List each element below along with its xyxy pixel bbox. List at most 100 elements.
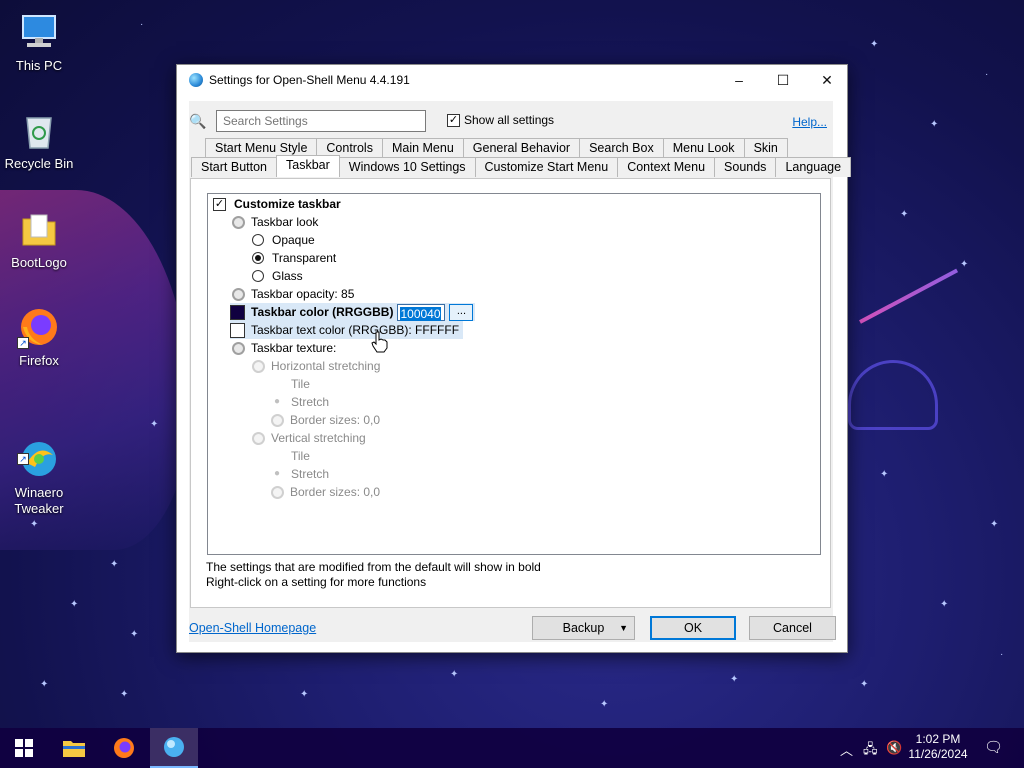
- network-icon[interactable]: 🖧: [863, 740, 878, 762]
- show-hidden-icons-chevron-icon[interactable]: ︿: [840, 740, 853, 759]
- taskbar-texture-label: Taskbar texture:: [251, 341, 337, 355]
- tab-start-button[interactable]: Start Button: [191, 157, 278, 177]
- h-stretch-option[interactable]: ● Stretch: [271, 393, 329, 411]
- computer-icon: [17, 10, 61, 54]
- v-tile-option[interactable]: Tile: [271, 447, 310, 465]
- gear-icon: [232, 215, 245, 229]
- firefox-icon: ↗: [17, 305, 61, 349]
- start-button[interactable]: [0, 728, 48, 768]
- desktop-icon-label: BootLogo: [11, 255, 67, 270]
- volume-muted-icon[interactable]: 🔇: [886, 740, 902, 756]
- hint-right-click: Right-click on a setting for more functi…: [206, 575, 427, 589]
- tab-context-menu[interactable]: Context Menu: [617, 157, 716, 177]
- clock[interactable]: 1:02 PM 11/26/2024: [906, 732, 970, 762]
- tab-main-menu[interactable]: Main Menu: [381, 138, 464, 158]
- taskbar-tab-panel: ✓ Customize taskbar Taskbar look Opaque …: [190, 178, 831, 608]
- tab-menu-look[interactable]: Menu Look: [662, 138, 745, 158]
- hand-cursor-icon: [371, 331, 388, 353]
- tab-general-behavior[interactable]: General Behavior: [462, 138, 581, 158]
- search-input[interactable]: [216, 110, 426, 132]
- show-all-settings-checkbox[interactable]: ✓ Show all settings: [447, 113, 554, 127]
- backup-label: Backup: [562, 621, 605, 635]
- tab-skin[interactable]: Skin: [743, 138, 788, 158]
- radio-glass[interactable]: [252, 270, 264, 282]
- desktop-icon-this-pc[interactable]: This PC: [0, 10, 78, 74]
- open-shell-homepage-link[interactable]: Open-Shell Homepage: [189, 621, 316, 635]
- gear-icon: [252, 431, 265, 445]
- dropdown-arrow-icon: ▼: [619, 623, 628, 633]
- taskbar-color-row[interactable]: Taskbar color (RRGGBB) 100040 ...: [230, 303, 476, 321]
- transparent-label: Transparent: [272, 251, 337, 265]
- settings-tree[interactable]: ✓ Customize taskbar Taskbar look Opaque …: [207, 193, 821, 555]
- backup-button[interactable]: Backup ▼: [532, 616, 635, 640]
- wallpaper-streak: [859, 268, 959, 324]
- taskbar-text-color-row[interactable]: Taskbar text color (RRGGBB): FFFFFF: [230, 321, 464, 339]
- h-border-sizes-label: Border sizes: 0,0: [290, 413, 381, 427]
- horizontal-stretching-row[interactable]: Horizontal stretching: [252, 357, 380, 375]
- transparent-option[interactable]: Transparent: [252, 249, 336, 267]
- radio-h-tile[interactable]: [271, 378, 283, 390]
- opaque-option[interactable]: Opaque: [252, 231, 315, 249]
- gear-icon: [232, 287, 245, 301]
- taskbar-texture-row[interactable]: Taskbar texture:: [232, 339, 336, 357]
- taskbar-color-swatch: [230, 304, 245, 320]
- tab-customize-start-menu[interactable]: Customize Start Menu: [474, 157, 619, 177]
- h-tile-option[interactable]: Tile: [271, 375, 310, 393]
- ok-button[interactable]: OK: [650, 616, 736, 640]
- tab-taskbar[interactable]: Taskbar: [276, 155, 340, 177]
- gear-icon: [232, 341, 245, 355]
- radio-v-tile[interactable]: [271, 450, 283, 462]
- radio-h-stretch[interactable]: ●: [271, 396, 283, 408]
- h-border-sizes-row[interactable]: Border sizes: 0,0: [271, 411, 380, 429]
- taskbar-color-input[interactable]: 100040: [397, 303, 446, 321]
- cancel-button[interactable]: Cancel: [749, 616, 836, 640]
- radio-v-stretch[interactable]: ●: [271, 468, 283, 480]
- gear-icon: [271, 485, 284, 499]
- winaero-tweaker-icon: ↗: [17, 421, 61, 476]
- minimize-button[interactable]: –: [717, 65, 761, 95]
- notifications-icon[interactable]: 🗨: [984, 738, 1003, 756]
- customize-taskbar-row[interactable]: ✓ Customize taskbar: [213, 195, 341, 213]
- horizontal-stretching-label: Horizontal stretching: [271, 359, 381, 373]
- desktop-icon-winaero-tweaker[interactable]: ↗ Winaero Tweaker: [0, 405, 78, 517]
- radio-opaque[interactable]: [252, 234, 264, 246]
- color-picker-button[interactable]: ...: [449, 303, 474, 321]
- tab-windows-10-settings[interactable]: Windows 10 Settings: [338, 157, 476, 177]
- checkbox-box[interactable]: ✓: [447, 113, 460, 127]
- desktop-icon-bootlogo[interactable]: BootLogo: [0, 207, 78, 271]
- gear-icon: [252, 359, 265, 373]
- desktop-icon-label: Recycle Bin: [4, 156, 74, 171]
- taskbar-file-explorer[interactable]: [50, 728, 98, 768]
- help-link[interactable]: Help...: [792, 115, 827, 129]
- tab-language[interactable]: Language: [775, 157, 852, 177]
- vertical-stretching-row[interactable]: Vertical stretching: [252, 429, 366, 447]
- customize-taskbar-checkbox[interactable]: ✓: [213, 197, 226, 211]
- shortcut-arrow-icon: ↗: [17, 453, 29, 465]
- desktop-icon-firefox[interactable]: ↗ Firefox: [0, 305, 78, 369]
- taskbar-opacity-label: Taskbar opacity: 85: [251, 287, 355, 301]
- desktop-icon-label: Firefox: [19, 353, 59, 368]
- taskbar-look-row[interactable]: Taskbar look: [232, 213, 318, 231]
- taskbar-color-value: 100040: [400, 306, 441, 321]
- desktop-icon-recycle-bin[interactable]: Recycle Bin: [0, 108, 78, 172]
- customize-taskbar-label: Customize taskbar: [234, 197, 341, 211]
- h-stretch-label: Stretch: [291, 395, 330, 409]
- taskbar-open-shell-settings[interactable]: [150, 728, 198, 768]
- search-icon: 🔍: [189, 113, 207, 129]
- v-tile-label: Tile: [291, 449, 310, 463]
- glass-label: Glass: [272, 269, 303, 283]
- clock-time: 1:02 PM: [915, 732, 961, 746]
- taskbar-firefox[interactable]: [100, 728, 148, 768]
- settings-client-area: 🔍 ✓ Show all settings Help... Start Menu…: [189, 101, 852, 642]
- taskbar-opacity-row[interactable]: Taskbar opacity: 85: [232, 285, 354, 303]
- close-button[interactable]: ✕: [805, 65, 849, 95]
- v-stretch-option[interactable]: ● Stretch: [271, 465, 329, 483]
- shortcut-arrow-icon: ↗: [17, 337, 29, 349]
- v-border-sizes-row[interactable]: Border sizes: 0,0: [271, 483, 380, 501]
- maximize-button[interactable]: ☐: [761, 65, 805, 95]
- tab-sounds[interactable]: Sounds: [714, 157, 777, 177]
- radio-transparent[interactable]: [252, 252, 264, 264]
- title-bar[interactable]: Settings for Open-Shell Menu 4.4.191 – ☐…: [177, 65, 847, 95]
- tab-search-box[interactable]: Search Box: [579, 138, 664, 158]
- glass-option[interactable]: Glass: [252, 267, 303, 285]
